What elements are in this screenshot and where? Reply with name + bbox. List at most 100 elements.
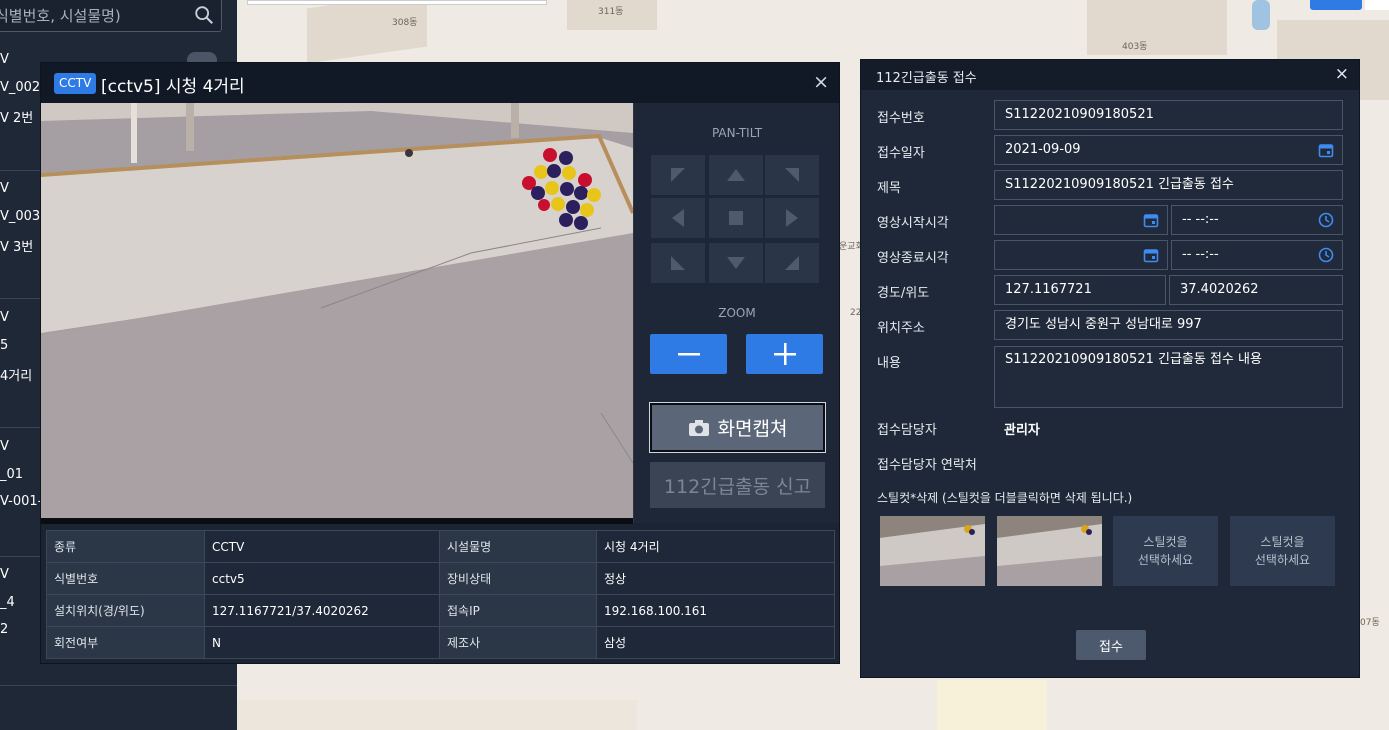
empty-slot-line2: 선택하세요 [1137, 553, 1194, 567]
facility-value: 시청 4거리 [596, 530, 835, 563]
close-icon[interactable]: × [1335, 64, 1349, 84]
receipt-no-field[interactable]: S11220210909180521 [994, 100, 1343, 130]
arrow-down-right-icon [785, 256, 799, 270]
ptz-up-right-button[interactable] [765, 155, 819, 195]
emergency-title: 112긴급출동 접수 [876, 71, 977, 86]
emergency-panel: 112긴급출동 접수 × 접수번호 S11220210909180521 접수일… [860, 59, 1360, 678]
stillcut-empty-slot[interactable]: 스틸컷을 선택하세요 [1113, 516, 1218, 586]
sidebar-item-name: V 2번 [0, 111, 34, 126]
sidebar-item-name: 2 [0, 622, 9, 637]
zoom-label: ZOOM [718, 306, 756, 320]
ptz-up-left-button[interactable] [651, 155, 705, 195]
cctv-panel: CCTV [cctv5] 시청 4거리 × PAN-TILT ZOOM 화면캡쳐… [40, 62, 840, 664]
manager-contact-label: 접수담당자 연락처 [877, 458, 977, 473]
video-end-date-field[interactable] [994, 240, 1168, 270]
clock-icon[interactable] [1318, 247, 1334, 263]
pan-tilt-label: PAN-TILT [711, 126, 763, 140]
close-icon[interactable]: × [813, 71, 829, 93]
video-bottom-bar [41, 518, 633, 524]
zoom-in-button[interactable] [746, 334, 823, 374]
ptz-home-button[interactable] [709, 198, 763, 238]
ip-value: 192.168.100.161 [596, 594, 835, 627]
map-label: 311동 [598, 7, 624, 17]
sidebar-item-type: V [0, 567, 9, 582]
map-building [307, 0, 427, 64]
screen-capture-button[interactable]: 화면캡쳐 [649, 402, 826, 453]
receipt-date-label: 접수일자 [877, 146, 925, 161]
table-row: 식별번호 cctv5 장비상태 정상 [46, 562, 835, 595]
latitude-field[interactable]: 37.4020262 [1169, 275, 1343, 305]
map-mode-button[interactable] [1310, 0, 1362, 10]
submit-button[interactable]: 접수 [1076, 630, 1146, 660]
video-start-time-field[interactable]: -- --:-- [1171, 205, 1343, 235]
table-row: 회전여부 N 제조사 삼성 [46, 626, 835, 659]
empty-slot-line1: 스틸컷을 [1260, 535, 1305, 549]
map-search-bar[interactable] [247, 0, 547, 5]
content-textarea[interactable]: S11220210909180521 긴급출동 접수 내용 [994, 346, 1343, 408]
lnglat-label: 경도/위도 [877, 286, 930, 301]
receipt-date-field[interactable]: 2021-09-09 [994, 135, 1343, 165]
location-label: 설치위치(경/위도) [46, 594, 205, 627]
sidebar-search-input[interactable]: 식별번호, 시설물명) [0, 0, 222, 32]
manager-value: 관리자 [1004, 423, 1040, 438]
video-start-time-value: -- --:-- [1182, 212, 1219, 227]
stillcut-thumbnail[interactable] [880, 516, 985, 586]
type-label: 종류 [46, 530, 205, 563]
sidebar-item-type: V [0, 181, 9, 196]
table-row: 설치위치(경/위도) 127.1167721/37.4020262 접속IP 1… [46, 594, 835, 627]
calendar-icon[interactable] [1143, 212, 1159, 228]
map-label: 308동 [392, 18, 418, 28]
clock-icon[interactable] [1318, 212, 1334, 228]
sidebar-item-id: 5 [0, 338, 9, 353]
rotate-value: N [204, 626, 440, 659]
location-value: 127.1167721/37.4020262 [204, 594, 440, 627]
stillcut-thumbnail[interactable] [997, 516, 1102, 586]
ptz-down-right-button[interactable] [765, 243, 819, 283]
empty-slot-line2: 선택하세요 [1254, 553, 1311, 567]
cctv-badge: CCTV [54, 73, 97, 94]
arrow-up-left-icon [671, 168, 685, 182]
longitude-field[interactable]: 127.1167721 [994, 275, 1166, 305]
video-start-date-field[interactable] [994, 205, 1168, 235]
ptz-right-button[interactable] [765, 198, 819, 238]
video-end-label: 영상종료시각 [877, 251, 949, 266]
receipt-no-label: 접수번호 [877, 111, 925, 126]
ip-label: 접속IP [439, 594, 597, 627]
subject-field[interactable]: S11220210909180521 긴급출동 접수 [994, 170, 1343, 200]
cctv-title: [cctv5] 시청 4거리 [101, 77, 245, 97]
facility-label: 시설물명 [439, 530, 597, 563]
sidebar-search-placeholder: 식별번호, 시설물명) [0, 7, 121, 25]
calendar-icon[interactable] [1143, 247, 1159, 263]
ptz-up-button[interactable] [709, 155, 763, 195]
video-start-label: 영상시작시각 [877, 216, 949, 231]
address-field[interactable]: 경기도 성남시 중원구 성남대로 997 [994, 310, 1343, 340]
map-label: 07동 [1360, 618, 1380, 628]
emergency-report-button[interactable]: 112긴급출동 신고 [650, 462, 825, 508]
arrow-up-icon [727, 169, 745, 181]
ptz-left-button[interactable] [651, 198, 705, 238]
map-control-button[interactable] [1365, 0, 1389, 10]
status-value: 정상 [596, 562, 835, 595]
calendar-icon[interactable] [1318, 142, 1334, 158]
search-icon[interactable] [193, 4, 215, 26]
ptz-down-button[interactable] [709, 243, 763, 283]
video-end-time-field[interactable]: -- --:-- [1171, 240, 1343, 270]
cctv-info-table: 종류 CCTV 시설물명 시청 4거리 식별번호 cctv5 장비상태 정상 설… [46, 530, 835, 659]
emergency-header[interactable]: 112긴급출동 접수 × [861, 60, 1359, 90]
arrow-down-left-icon [671, 256, 685, 270]
stillcut-empty-slot[interactable]: 스틸컷을선택하세요 [1230, 516, 1335, 586]
video-end-time-value: -- --:-- [1182, 247, 1219, 262]
cctv-video-feed[interactable] [41, 103, 633, 518]
zoom-out-button[interactable] [650, 334, 727, 374]
table-row: 종류 CCTV 시설물명 시청 4거리 [46, 530, 835, 563]
maker-value: 삼성 [596, 626, 835, 659]
ptz-down-left-button[interactable] [651, 243, 705, 283]
status-label: 장비상태 [439, 562, 597, 595]
cctv-header[interactable]: CCTV [cctv5] 시청 4거리 × [41, 63, 839, 103]
map-label: 403동 [1122, 42, 1148, 52]
id-value: cctv5 [204, 562, 440, 595]
sidebar-item-name: 4거리 [0, 369, 33, 384]
sidebar-item-id: V_003 [0, 209, 41, 224]
sidebar-item-id: _01 [0, 467, 24, 482]
maker-label: 제조사 [439, 626, 597, 659]
